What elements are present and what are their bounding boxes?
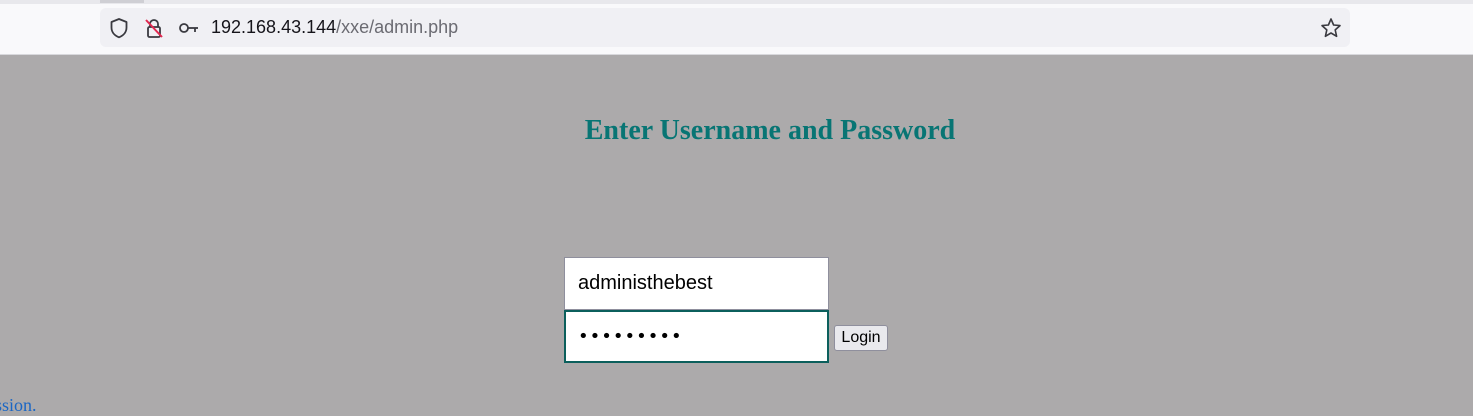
lock-slash-icon[interactable] xyxy=(144,17,164,43)
username-input[interactable] xyxy=(564,257,829,310)
url-host: 192.168.43.144 xyxy=(211,17,337,37)
page-heading: Enter Username and Password xyxy=(584,115,956,146)
tab-strip xyxy=(0,0,1473,4)
key-icon[interactable] xyxy=(178,18,200,42)
url-text[interactable]: 192.168.43.144/xxe/admin.php xyxy=(211,16,458,38)
login-button[interactable]: Login xyxy=(834,325,888,351)
address-bar[interactable]: 192.168.43.144/xxe/admin.php xyxy=(100,8,1350,47)
password-input[interactable] xyxy=(564,310,829,363)
bookmark-star-icon[interactable] xyxy=(1320,17,1342,43)
browser-toolbar: 192.168.43.144/xxe/admin.php xyxy=(0,0,1473,55)
bottom-link[interactable]: ssion. xyxy=(0,394,37,416)
tab-indicator[interactable] xyxy=(100,0,144,3)
shield-icon[interactable] xyxy=(109,17,129,43)
url-path: /xxe/admin.php xyxy=(336,17,459,37)
